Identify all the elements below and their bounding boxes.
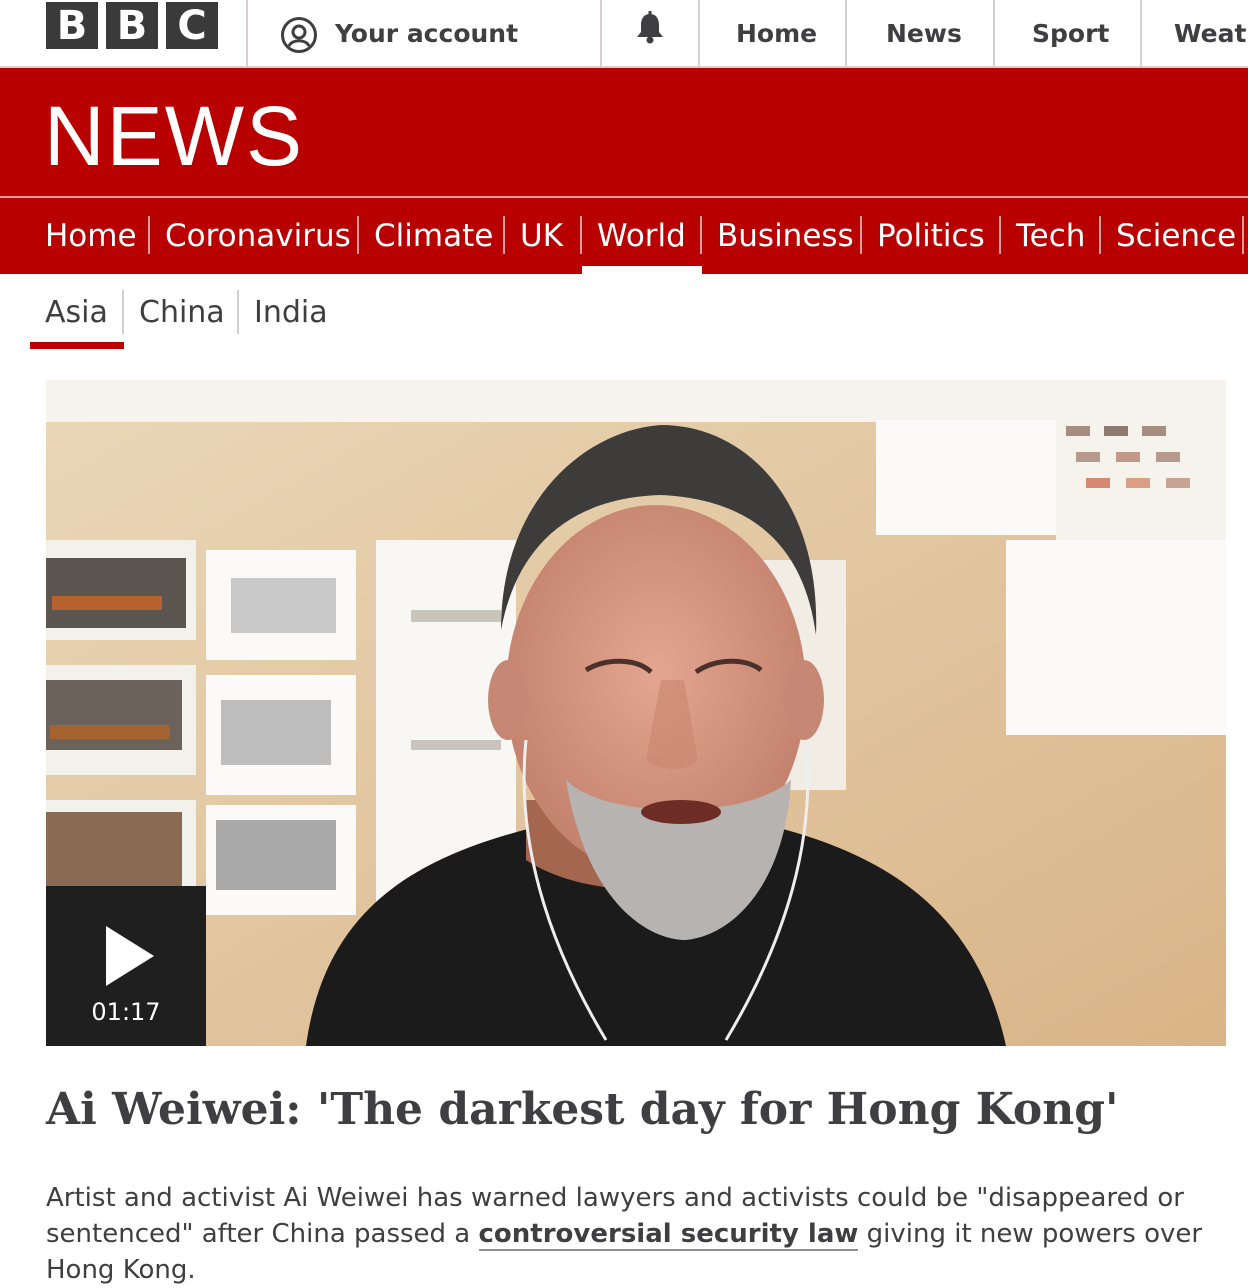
subnav-item-china[interactable]: China [139, 290, 225, 334]
divider [600, 0, 602, 66]
nav-item-uk[interactable]: UK [520, 198, 563, 274]
divider [999, 216, 1001, 254]
topnav-weather[interactable]: Weath [1174, 0, 1248, 66]
subnav-item-india[interactable]: India [254, 290, 328, 334]
divider [122, 290, 124, 334]
divider [148, 216, 150, 254]
divider [503, 216, 505, 254]
security-law-link[interactable]: controversial security law [478, 1219, 859, 1251]
divider [1099, 216, 1101, 254]
subnav-item-asia[interactable]: Asia [45, 290, 108, 334]
story-summary: Artist and activist Ai Weiwei has warned… [46, 1180, 1216, 1288]
bell-icon[interactable] [632, 10, 668, 46]
topnav-news[interactable]: News [886, 0, 962, 66]
nav-item-politics[interactable]: Politics [877, 198, 985, 274]
nav-item-business[interactable]: Business [717, 198, 854, 274]
your-account-link[interactable]: Your account [280, 0, 518, 66]
bbc-logo-letter: B [46, 2, 98, 49]
nav-item-world[interactable]: World [597, 198, 686, 274]
divider [580, 216, 582, 254]
topnav-home[interactable]: Home [736, 0, 817, 66]
divider [246, 0, 248, 66]
nav-item-coronavirus[interactable]: Coronavirus [165, 198, 351, 274]
section-nav: Home Coronavirus Climate UK World Busine… [0, 198, 1248, 274]
nav-item-science[interactable]: Science [1116, 198, 1236, 274]
divider [860, 216, 862, 254]
divider [698, 0, 700, 66]
nav-item-climate[interactable]: Climate [374, 198, 493, 274]
divider [237, 290, 239, 334]
nav-item-home[interactable]: Home [45, 198, 137, 274]
news-logo[interactable]: NEWS [44, 94, 304, 178]
topnav-sport[interactable]: Sport [1032, 0, 1109, 66]
divider [993, 0, 995, 66]
news-header: NEWS [0, 68, 1248, 196]
divider [357, 216, 359, 254]
video-duration: 01:17 [91, 998, 161, 1026]
video-thumbnail [46, 380, 1226, 1046]
video-player[interactable]: 01:17 [46, 380, 1226, 1046]
divider [700, 216, 702, 254]
bbc-logo-letter: B [106, 2, 158, 49]
nav-item-tech[interactable]: Tech [1016, 198, 1085, 274]
bbc-logo[interactable]: B B C [46, 2, 218, 49]
play-icon [106, 926, 154, 986]
active-subsection-indicator [30, 342, 124, 349]
active-section-indicator [582, 266, 702, 274]
divider [1140, 0, 1142, 66]
story-headline: Ai Weiwei: 'The darkest day for Hong Kon… [46, 1084, 1119, 1135]
your-account-label: Your account [335, 18, 519, 48]
divider [845, 0, 847, 66]
play-button[interactable]: 01:17 [46, 886, 206, 1046]
bbc-logo-letter: C [166, 2, 218, 49]
user-circle-icon [280, 16, 317, 53]
divider [1242, 216, 1244, 254]
bbc-top-bar: B B C Your account Home News Sport Weath [0, 0, 1248, 68]
